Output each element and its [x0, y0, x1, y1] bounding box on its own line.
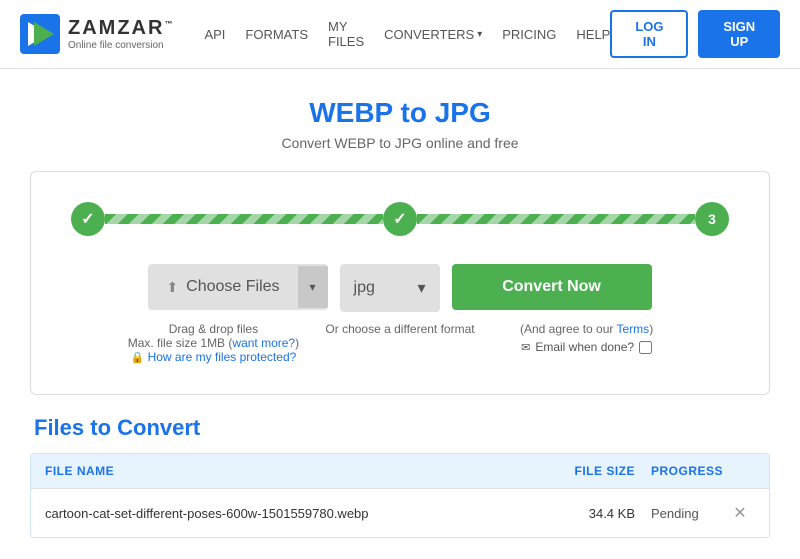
choose-files-dropdown-arrow[interactable]: ▾: [298, 266, 328, 308]
nav-pricing[interactable]: PRICING: [502, 27, 556, 42]
table-row: cartoon-cat-set-different-poses-600w-150…: [31, 488, 769, 537]
files-section: Files to Convert FILE NAME FILE SIZE PRO…: [30, 415, 770, 558]
remove-row-button[interactable]: ✕: [725, 503, 755, 523]
terms-link[interactable]: Terms: [617, 322, 650, 336]
nav-api[interactable]: API: [204, 27, 225, 42]
choose-files-main: ⬆ Choose Files: [148, 264, 297, 310]
convert-button[interactable]: Convert Now: [452, 264, 652, 310]
step-2: [383, 202, 417, 236]
nav-converters[interactable]: CONVERTERS ▾: [384, 27, 482, 42]
logo-tagline: Online file conversion: [68, 40, 174, 51]
logo[interactable]: ZAMZAR™ Online file conversion: [20, 14, 174, 54]
helper-area: Drag & drop files Max. file size 1MB (wa…: [71, 322, 729, 364]
lock-icon: 🔒: [131, 352, 145, 364]
file-protection-link[interactable]: How are my files protected?: [148, 350, 297, 364]
converters-dropdown-arrow: ▾: [477, 29, 482, 40]
step-1: [71, 202, 105, 236]
nav-my-files[interactable]: MY FILES: [328, 19, 364, 49]
progress-steps: 3: [71, 202, 729, 236]
email-label: Email when done?: [535, 340, 634, 354]
or-format-text: Or choose a different format: [325, 322, 474, 336]
upload-icon: ⬆: [166, 279, 178, 296]
files-table-header: FILE NAME FILE SIZE PROGRESS: [31, 454, 769, 488]
files-table: FILE NAME FILE SIZE PROGRESS cartoon-cat…: [30, 453, 770, 538]
choose-files-button[interactable]: ⬆ Choose Files ▾: [148, 264, 327, 310]
want-more-link[interactable]: want more?: [232, 336, 295, 350]
header-buttons: LOG IN SIGN UP: [610, 10, 780, 58]
file-protection-row: 🔒 How are my files protected?: [113, 350, 313, 364]
nav-help[interactable]: HELP: [576, 27, 610, 42]
files-heading: Files to Convert: [30, 415, 770, 441]
step-line-2: [417, 214, 695, 224]
convert-helper: (And agree to our Terms) ✉ Email when do…: [487, 322, 687, 364]
format-dropdown-arrow: ▾: [418, 278, 426, 298]
drag-drop-text: Drag & drop files: [113, 322, 313, 336]
max-size-text: Max. file size 1MB (want more?): [113, 336, 313, 350]
step-line-1: [105, 214, 383, 224]
nav-formats[interactable]: FORMATS: [245, 27, 308, 42]
page-title: WEBP to JPG: [20, 97, 780, 129]
converter-card: 3 ⬆ Choose Files ▾ jpg ▾ Convert Now Dra…: [30, 171, 770, 395]
logo-text: ZAMZAR™ Online file conversion: [68, 17, 174, 51]
terms-row: (And agree to our Terms): [487, 322, 687, 336]
page-subtitle: Convert WEBP to JPG online and free: [20, 135, 780, 151]
controls-row: ⬆ Choose Files ▾ jpg ▾ Convert Now: [71, 264, 729, 312]
email-checkbox[interactable]: [639, 341, 652, 354]
format-helper: Or choose a different format: [325, 322, 474, 364]
col-header-filename: FILE NAME: [45, 464, 545, 478]
login-button[interactable]: LOG IN: [610, 10, 688, 58]
format-label: jpg: [354, 279, 375, 297]
email-row: ✉ Email when done?: [487, 340, 687, 354]
format-selector[interactable]: jpg ▾: [340, 264, 440, 312]
choose-files-helper: Drag & drop files Max. file size 1MB (wa…: [113, 322, 313, 364]
row-filename: cartoon-cat-set-different-poses-600w-150…: [45, 506, 545, 521]
hero-section: WEBP to JPG Convert WEBP to JPG online a…: [0, 69, 800, 171]
step-3: 3: [695, 202, 729, 236]
col-header-filesize: FILE SIZE: [545, 464, 635, 478]
email-icon: ✉: [521, 341, 530, 354]
logo-name: ZAMZAR™: [68, 17, 174, 40]
row-progress: Pending: [635, 506, 725, 521]
choose-files-label: Choose Files: [186, 278, 279, 296]
logo-icon: [20, 14, 60, 54]
col-header-progress: PROGRESS: [635, 464, 725, 478]
row-filesize: 34.4 KB: [545, 506, 635, 521]
signup-button[interactable]: SIGN UP: [698, 10, 780, 58]
main-nav: API FORMATS MY FILES CONVERTERS ▾ PRICIN…: [204, 19, 610, 49]
header: ZAMZAR™ Online file conversion API FORMA…: [0, 0, 800, 69]
